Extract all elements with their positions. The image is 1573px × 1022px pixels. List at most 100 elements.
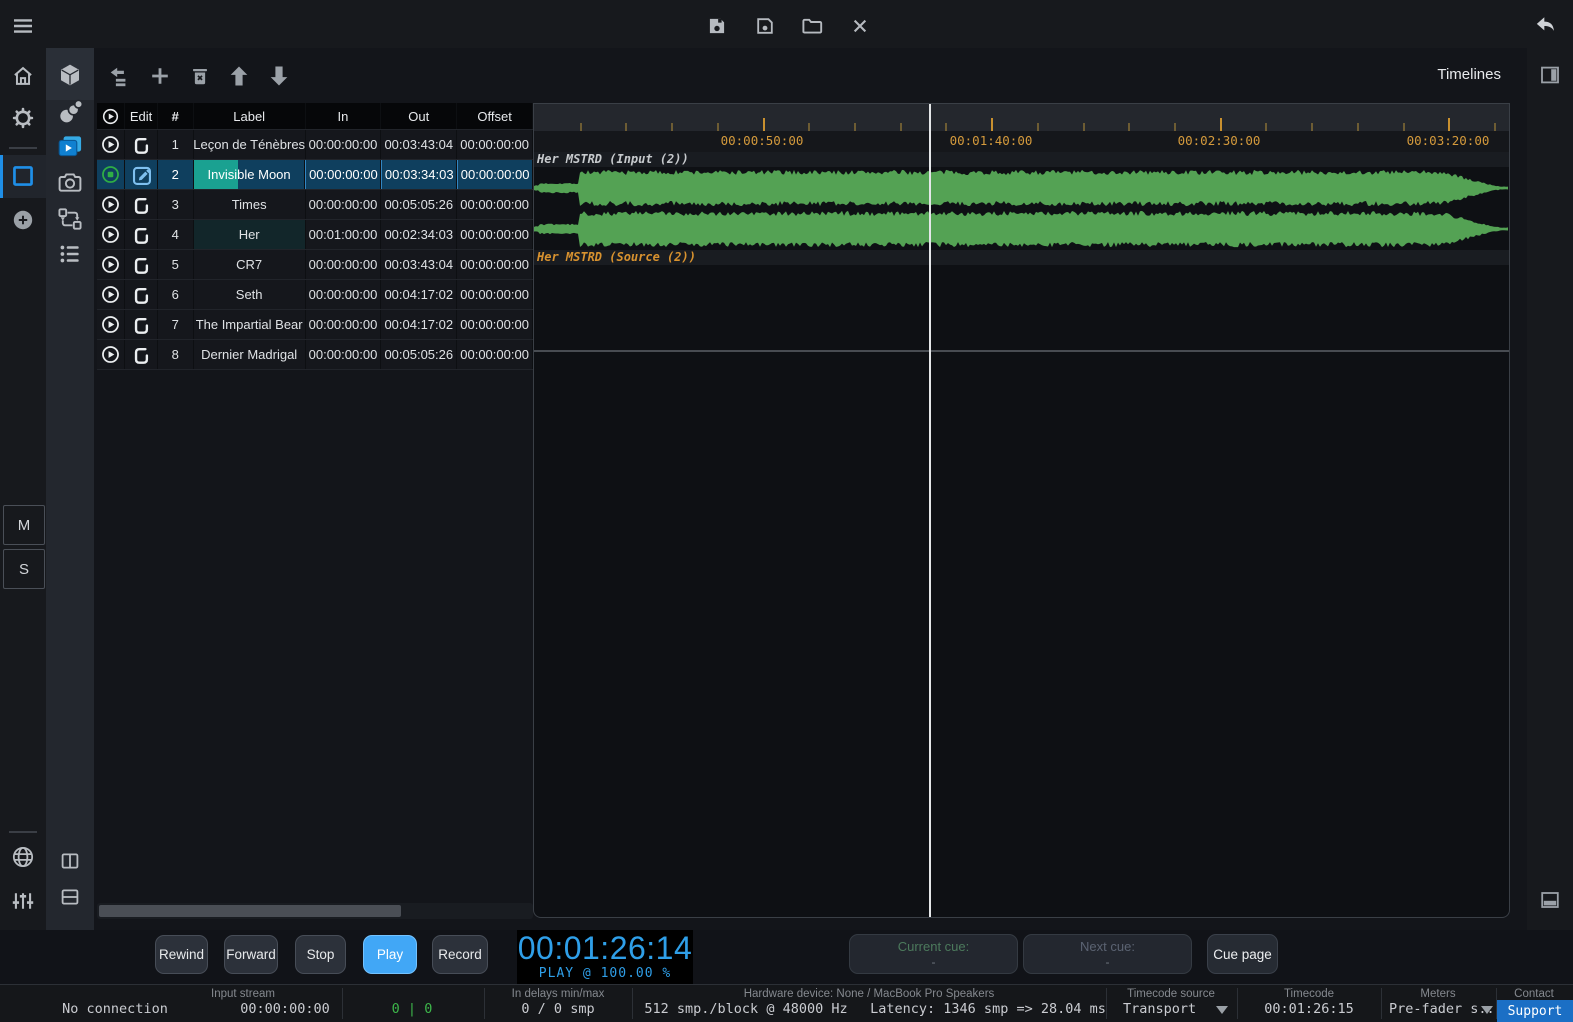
play-button[interactable]: Play [363,935,417,974]
cue-label[interactable]: Seth [194,280,306,309]
cue-offset[interactable]: 00:00:00:00 [457,160,533,189]
cue-out[interactable]: 00:04:17:02 [381,310,457,339]
add-view-icon[interactable] [12,209,35,232]
support-button[interactable]: Support [1497,1000,1573,1022]
cue-label[interactable]: Times [194,190,306,219]
globe-icon[interactable] [11,845,36,870]
move-up-icon[interactable] [226,63,253,90]
cube-icon[interactable] [57,62,84,89]
undo-icon[interactable] [1534,13,1559,38]
cue-out[interactable]: 00:05:05:26 [381,340,457,369]
table-row[interactable]: 3 Times 00:00:00:00 00:05:05:26 00:00:00… [97,190,533,220]
playhead[interactable] [929,104,931,917]
cue-out[interactable]: 00:03:34:03 [381,160,457,189]
edit-state-icon[interactable] [125,280,157,309]
edit-state-icon[interactable] [125,340,157,369]
table-row[interactable]: 6 Seth 00:00:00:00 00:04:17:02 00:00:00:… [97,280,533,310]
table-hscroll-thumb[interactable] [99,905,401,917]
cue-offset[interactable]: 00:00:00:00 [457,310,533,339]
home-icon[interactable] [11,64,36,89]
settings-gear-icon[interactable] [11,106,35,130]
play-cue-icon[interactable] [97,130,125,159]
cue-offset[interactable]: 00:00:00:00 [457,250,533,279]
edit-state-icon[interactable] [125,250,157,279]
table-row[interactable]: 7 The Impartial Bear 00:00:00:00 00:04:1… [97,310,533,340]
spheres-icon[interactable] [57,98,84,125]
save-as-icon[interactable] [754,15,777,38]
record-button[interactable]: Record [432,935,488,974]
cue-in[interactable]: 00:00:00:00 [306,190,382,219]
track2-lane[interactable] [534,265,1509,350]
solo-button[interactable]: S [3,549,45,589]
split-horizontal-icon[interactable] [58,885,82,909]
cue-in[interactable]: 00:01:00:00 [306,220,382,249]
outdent-icon[interactable] [107,63,133,89]
cue-label[interactable]: Invisible Moon [194,160,306,189]
cue-label-loaded[interactable]: Her [194,220,306,249]
forward-button[interactable]: Forward [224,935,278,974]
play-cue-icon[interactable] [97,250,125,279]
table-row[interactable]: 5 CR7 00:00:00:00 00:03:43:04 00:00:00:0… [97,250,533,280]
cue-out[interactable]: 00:04:17:02 [381,280,457,309]
meters-dropdown-icon[interactable] [1481,1006,1493,1014]
play-cue-icon[interactable] [97,310,125,339]
cue-offset[interactable]: 00:00:00:00 [457,280,533,309]
timeline-ruler[interactable] [534,104,1509,131]
delete-cue-icon[interactable] [189,65,211,87]
cue-label[interactable]: CR7 [194,250,306,279]
edit-pencil-icon[interactable] [125,160,157,189]
play-cue-icon[interactable] [97,190,125,219]
stop-cue-icon[interactable] [97,160,125,189]
table-row[interactable]: 8 Dernier Madrigal 00:00:00:00 00:05:05:… [97,340,533,370]
cue-offset[interactable]: 00:00:00:00 [457,130,533,159]
rewind-button[interactable]: Rewind [155,935,208,974]
table-row-selected[interactable]: 2 Invisible Moon 00:00:00:00 00:03:34:03… [97,160,533,190]
cue-in[interactable]: 00:00:00:00 [306,310,382,339]
play-cue-icon[interactable] [97,340,125,369]
cue-out[interactable]: 00:03:43:04 [381,250,457,279]
edit-state-icon[interactable] [125,130,157,159]
list-icon[interactable] [57,241,83,267]
timecode-source-select[interactable]: Transport [1123,1001,1196,1017]
cue-label[interactable]: Leçon de Ténèbres [194,130,306,159]
panel-right-icon[interactable] [1538,63,1562,87]
next-cue-box[interactable]: Next cue: - [1023,934,1192,974]
cue-in[interactable]: 00:00:00:00 [306,340,382,369]
track1-waveform[interactable] [534,167,1509,250]
move-down-icon[interactable] [266,63,293,90]
track2-name[interactable]: Her MSTRD (Source (2)) [534,250,1509,265]
add-cue-icon[interactable] [147,63,173,89]
close-icon[interactable] [849,15,872,38]
open-folder-icon[interactable] [800,14,824,38]
current-cue-box[interactable]: Current cue: - [849,934,1018,974]
stop-button[interactable]: Stop [295,935,346,974]
cue-in[interactable]: 00:00:00:00 [306,250,382,279]
timelines-view-icon[interactable] [10,163,37,190]
cue-offset[interactable]: 00:00:00:00 [457,190,533,219]
play-cue-icon[interactable] [97,220,125,249]
play-cue-icon[interactable] [97,280,125,309]
edit-state-icon[interactable] [125,190,157,219]
cue-offset[interactable]: 00:00:00:00 [457,220,533,249]
timeline-panel[interactable]: 00:00:50:00 00:01:40:00 00:02:30:00 00:0… [533,103,1510,918]
cue-in[interactable]: 00:00:00:00 [306,280,382,309]
cue-out[interactable]: 00:02:34:03 [381,220,457,249]
save-icon[interactable] [706,15,729,38]
cue-in[interactable]: 00:00:00:00 [306,130,382,159]
cue-in[interactable]: 00:00:00:00 [305,160,381,189]
mute-button[interactable]: M [3,505,45,545]
cue-out[interactable]: 00:05:05:26 [381,190,457,219]
routing-flow-icon[interactable] [57,206,84,233]
panel-bottom-icon[interactable] [1538,888,1562,912]
split-vertical-icon[interactable] [58,849,82,873]
cue-offset[interactable]: 00:00:00:00 [457,340,533,369]
playlist-icon-active[interactable] [56,132,84,160]
menu-icon[interactable] [11,14,35,38]
faders-icon[interactable] [11,889,36,914]
cue-label[interactable]: Dernier Madrigal [194,340,306,369]
track1-name[interactable]: Her MSTRD (Input (2)) [534,152,1509,167]
cue-out[interactable]: 00:03:43:04 [381,130,457,159]
timecode-source-dropdown-icon[interactable] [1216,1006,1228,1014]
edit-state-icon[interactable] [125,310,157,339]
edit-state-icon[interactable] [125,220,157,249]
